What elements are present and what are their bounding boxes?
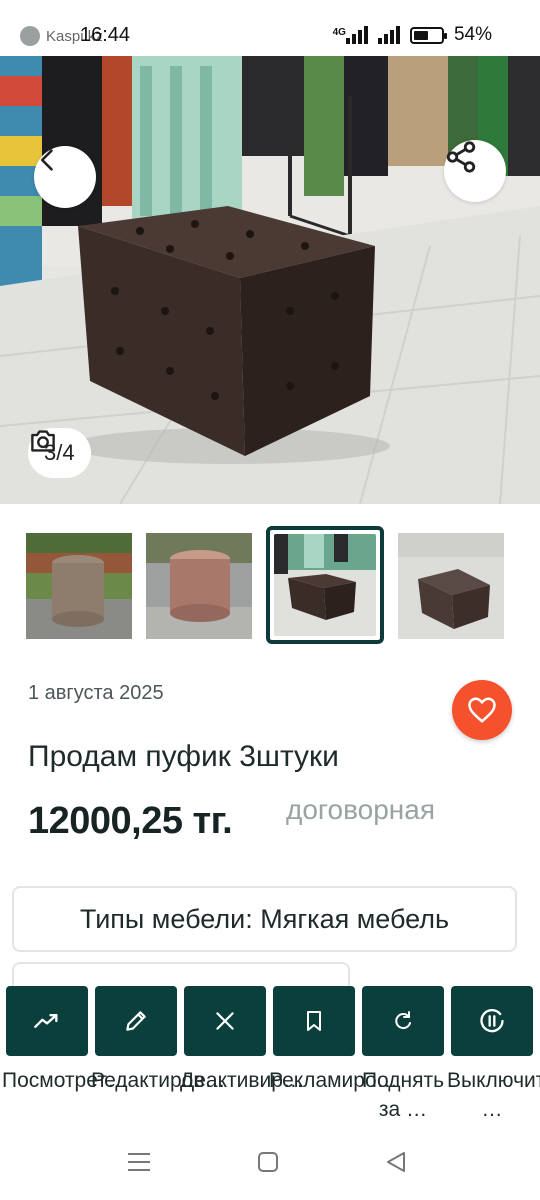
home-icon[interactable] [256,1150,280,1174]
share-icon [446,141,476,173]
back-nav-icon[interactable] [384,1150,408,1174]
share-button[interactable] [444,140,506,202]
battery-percent: 54% [453,24,492,45]
thumbnail-image [26,533,132,639]
listing-date: 1 августа 2025 [28,682,164,704]
kaspi-logo-icon [20,26,40,46]
bump-action[interactable]: Поднять за … [362,986,444,1124]
edit-label: Редактиров… [91,1069,226,1092]
edit-action[interactable]: Редактиров… [91,986,226,1124]
back-button[interactable] [34,146,96,208]
action-bar: Посмотрет… Редактиров… Деактивир… Реклам… [2,986,540,1124]
listing-photo[interactable]: 3/4 [0,56,540,504]
thumbnail-image [398,533,504,639]
battery-icon [409,26,447,44]
negotiable-label: договорная [286,794,435,825]
heart-icon [468,697,496,723]
view-stats-button[interactable] [6,986,88,1056]
recent-apps-icon[interactable] [126,1150,152,1174]
deactivate-action[interactable]: Деактивир… [180,986,304,1124]
thumbnail-1[interactable] [26,533,132,639]
thumbnail-3-selected[interactable] [266,526,384,644]
thumbnail-strip [26,526,504,644]
view-stats-label: Посмотрет… [2,1069,128,1092]
status-time: 16:44 [80,24,131,46]
promote-label: Рекламиро… [269,1069,398,1092]
bump-label: Поднять за … [361,1069,445,1121]
signal-icon [377,26,400,44]
view-stats-action[interactable]: Посмотрет… [2,986,128,1124]
thumbnail-4[interactable] [398,533,504,639]
promote-action[interactable]: Рекламиро… [269,986,398,1124]
pencil-icon [126,1011,146,1031]
furniture-type-attribute: Типы мебели: Мягкая мебель [12,886,517,952]
deactivate-label: Деактивир… [180,1069,304,1092]
signal-4g-icon: 4G [333,26,368,44]
bookmark-icon [307,1011,321,1031]
listing-price: 12000,25 тг. [28,800,233,842]
pause-circle-icon [480,1009,504,1033]
chevron-left-icon [40,149,53,171]
deactivate-button[interactable] [184,986,266,1056]
thumbnail-image [274,534,376,636]
network-type: 4G [332,27,346,38]
refresh-icon [395,1011,411,1030]
status-icons: 4G 54% [333,24,492,46]
photo-counter: 3/4 [28,428,91,478]
edit-button[interactable] [95,986,177,1056]
listing-title: Продам пуфик 3штуки [28,740,339,773]
thumbnail-2[interactable] [146,533,252,639]
status-bar: Kaspi.kz 16:44 4G 54% [0,0,540,56]
favorite-button[interactable] [452,680,512,740]
thumbnail-image [146,533,252,639]
turn-off-button[interactable] [451,986,533,1056]
turn-off-label: Выключить … [447,1069,540,1121]
bump-button[interactable] [362,986,444,1056]
promote-button[interactable] [273,986,355,1056]
close-icon [216,1012,234,1030]
turn-off-action[interactable]: Выключить … [447,986,540,1124]
camera-icon [31,430,55,452]
trending-up-icon [34,1014,58,1028]
